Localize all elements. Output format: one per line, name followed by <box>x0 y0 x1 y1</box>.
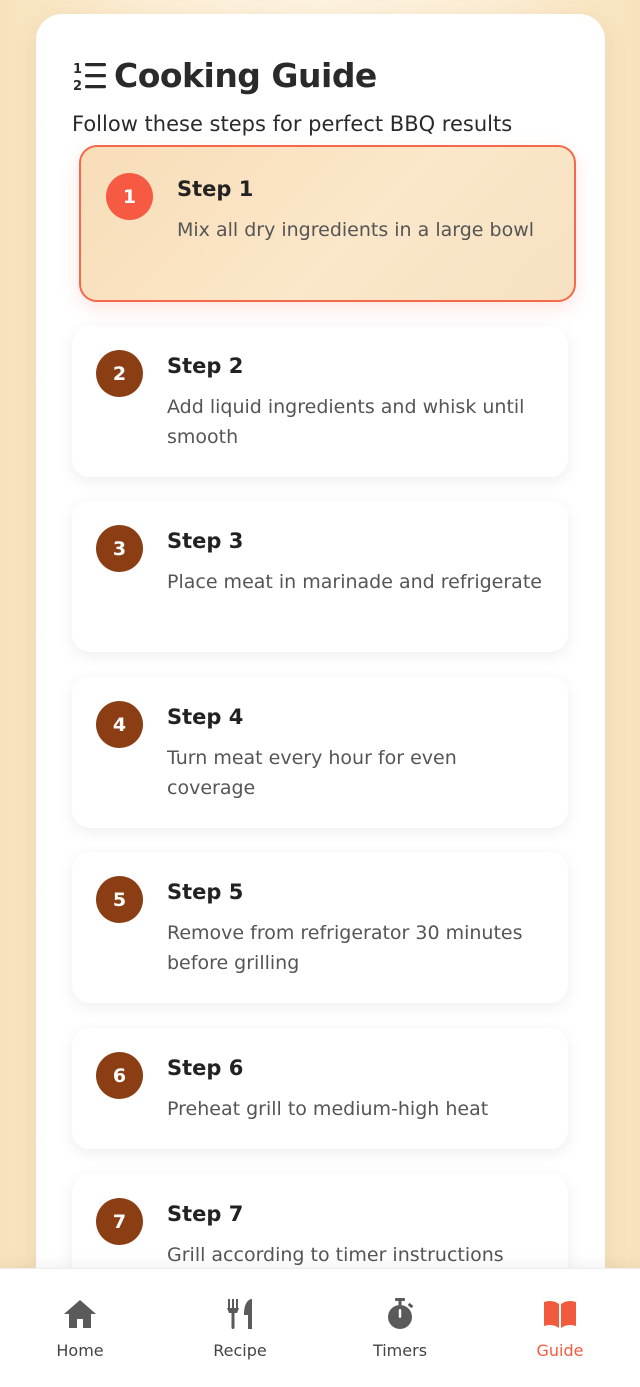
step-title: Step 3 <box>167 529 244 553</box>
step-number-badge: 3 <box>96 525 143 572</box>
nav-label: Home <box>56 1341 104 1360</box>
step-description: Grill according to timer instructions <box>167 1244 504 1266</box>
step-card-1[interactable]: 1 Step 1 Mix all dry ingredients in a la… <box>79 145 576 302</box>
step-card-6[interactable]: 6 Step 6 Preheat grill to medium-high he… <box>72 1028 568 1149</box>
step-title: Step 5 <box>167 880 244 904</box>
guide-card: 1 2 Cooking Guide Follow these steps for… <box>36 14 605 1374</box>
nav-item-recipe[interactable]: Recipe <box>160 1269 320 1387</box>
step-number-badge: 6 <box>96 1052 143 1099</box>
step-card-2[interactable]: 2 Step 2 Add liquid ingredients and whis… <box>72 326 568 477</box>
page-subtitle: Follow these steps for perfect BBQ resul… <box>72 112 513 136</box>
step-title: Step 4 <box>167 705 244 729</box>
step-number-badge: 7 <box>96 1198 143 1245</box>
numbered-list-icon: 1 2 <box>73 62 106 94</box>
step-card-3[interactable]: 3 Step 3 Place meat in marinade and refr… <box>72 501 568 652</box>
step-card-5[interactable]: 5 Step 5 Remove from refrigerator 30 min… <box>72 852 568 1003</box>
step-title: Step 1 <box>177 177 254 201</box>
nav-item-guide[interactable]: Guide <box>480 1269 640 1387</box>
svg-text:2: 2 <box>73 79 82 94</box>
step-title: Step 6 <box>167 1056 244 1080</box>
step-number-badge: 5 <box>96 876 143 923</box>
step-card-4[interactable]: 4 Step 4 Turn meat every hour for even c… <box>72 677 568 828</box>
step-number-badge: 1 <box>106 173 153 220</box>
home-icon <box>64 1300 96 1328</box>
nav-label: Timers <box>372 1341 428 1360</box>
step-description: Remove from refrigerator 30 minutes befo… <box>167 922 523 974</box>
step-description: Turn meat every hour for even coverage <box>167 747 457 799</box>
page-title: Cooking Guide <box>114 56 377 95</box>
step-description: Preheat grill to medium-high heat <box>167 1098 489 1120</box>
step-description: Mix all dry ingredients in a large bowl <box>177 219 535 241</box>
nav-item-timers[interactable]: Timers <box>320 1269 480 1387</box>
stopwatch-icon <box>388 1298 413 1329</box>
bottom-nav: Home Recipe Timers Guide <box>0 1268 640 1387</box>
guide-header: 1 2 Cooking Guide <box>72 56 377 95</box>
step-number-badge: 4 <box>96 701 143 748</box>
nav-label: Guide <box>536 1341 584 1360</box>
utensils-icon <box>227 1299 252 1329</box>
step-description: Place meat in marinade and refrigerate <box>167 571 542 593</box>
book-icon <box>544 1300 576 1328</box>
svg-text:1: 1 <box>73 62 82 77</box>
nav-label: Recipe <box>213 1341 267 1360</box>
step-title: Step 7 <box>167 1202 244 1226</box>
nav-item-home[interactable]: Home <box>0 1269 160 1387</box>
step-title: Step 2 <box>167 354 244 378</box>
step-number-badge: 2 <box>96 350 143 397</box>
step-description: Add liquid ingredients and whisk until s… <box>167 396 525 448</box>
